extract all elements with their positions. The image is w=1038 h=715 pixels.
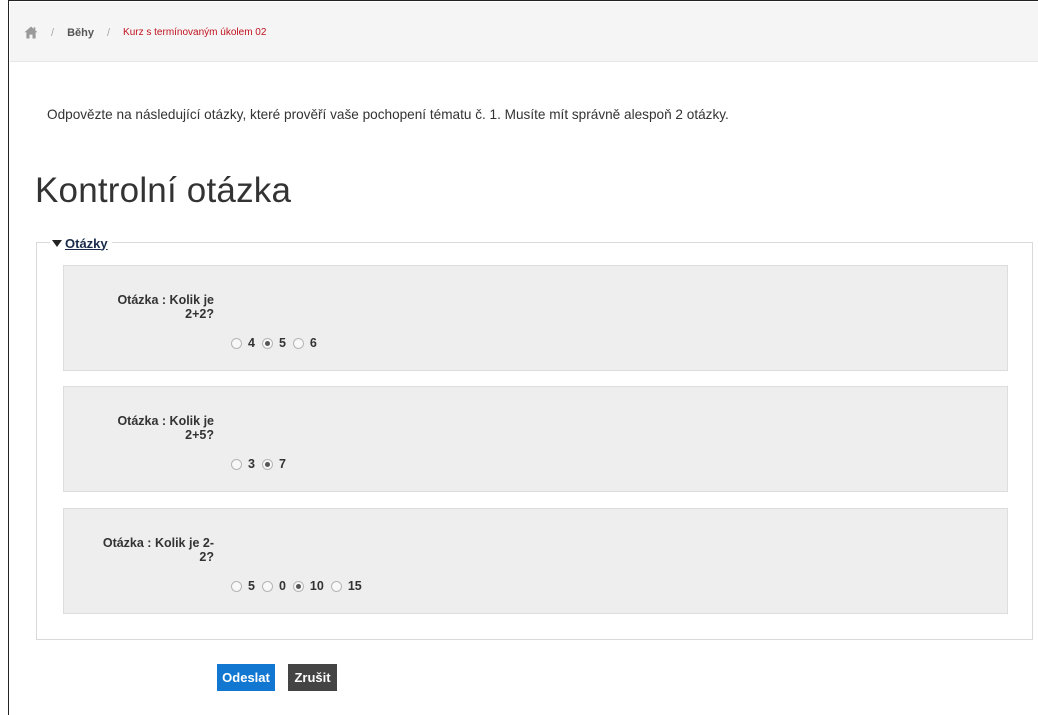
radio-button[interactable] bbox=[261, 337, 273, 349]
questions-fieldset: Otázky Otázka : Kolik je 2+2? 4 5 6 Otáz… bbox=[36, 233, 1033, 640]
home-icon[interactable] bbox=[24, 26, 38, 39]
breadcrumb-item-course[interactable]: Kurz s termínovaným úkolem 02 bbox=[123, 27, 266, 38]
answer-label: 15 bbox=[347, 579, 362, 593]
question-label-line: 2+5? bbox=[185, 428, 214, 442]
answer-option[interactable]: 6 bbox=[292, 336, 317, 350]
question-label: Otázka : Kolik je 2+2? bbox=[74, 293, 214, 321]
question-label: Otázka : Kolik je 2+5? bbox=[74, 414, 214, 442]
breadcrumb-bar: / Běhy / Kurz s termínovaným úkolem 02 bbox=[10, 2, 1038, 62]
answer-option[interactable]: 15 bbox=[330, 579, 362, 593]
question-options: 3 7 bbox=[231, 457, 293, 471]
answer-option[interactable]: 3 bbox=[231, 457, 255, 471]
answer-option[interactable]: 0 bbox=[261, 579, 286, 593]
question-label-line: Otázka : Kolik je bbox=[117, 414, 214, 428]
question-label-line: Otázka : Kolik je bbox=[117, 293, 214, 307]
question-options: 4 5 6 bbox=[231, 336, 324, 350]
radio-button[interactable] bbox=[292, 337, 304, 349]
answer-label: 4 bbox=[248, 336, 255, 350]
cancel-button[interactable]: Zrušit bbox=[288, 664, 337, 691]
breadcrumb-item-runs[interactable]: Běhy bbox=[67, 27, 94, 39]
answer-label: 3 bbox=[248, 457, 255, 471]
breadcrumb: / Běhy / Kurz s termínovaným úkolem 02 bbox=[24, 26, 266, 39]
page-title: Kontrolní otázka bbox=[35, 171, 292, 210]
page-frame: / Běhy / Kurz s termínovaným úkolem 02 O… bbox=[8, 0, 1038, 715]
answer-option[interactable]: 10 bbox=[292, 579, 324, 593]
answer-label: 5 bbox=[248, 579, 255, 593]
breadcrumb-separator: / bbox=[106, 26, 111, 39]
radio-button[interactable] bbox=[261, 580, 273, 592]
radio-button[interactable] bbox=[231, 580, 242, 592]
answer-option[interactable]: 4 bbox=[231, 336, 255, 350]
answer-label: 7 bbox=[278, 457, 286, 471]
answer-label: 10 bbox=[309, 579, 324, 593]
submit-button[interactable]: Odeslat bbox=[217, 664, 275, 691]
answer-option[interactable]: 7 bbox=[261, 457, 286, 471]
question-label: Otázka : Kolik je 2- 2? bbox=[74, 536, 214, 564]
question-label-line: Otázka : Kolik je 2- bbox=[102, 536, 214, 550]
breadcrumb-separator: / bbox=[51, 26, 55, 39]
radio-button[interactable] bbox=[231, 337, 242, 349]
question-card: Otázka : Kolik je 2- 2? 5 0 10 15 bbox=[63, 508, 1008, 614]
radio-button[interactable] bbox=[231, 458, 242, 470]
answer-label: 6 bbox=[309, 336, 317, 350]
answer-label: 5 bbox=[278, 336, 286, 350]
intro-text: Odpovězte na následující otázky, které p… bbox=[47, 107, 729, 122]
question-card: Otázka : Kolik je 2+5? 3 7 bbox=[63, 386, 1008, 492]
answer-label: 0 bbox=[278, 579, 286, 593]
radio-button[interactable] bbox=[261, 458, 273, 470]
question-label-line: 2? bbox=[199, 550, 214, 564]
radio-button[interactable] bbox=[330, 580, 342, 592]
legend-link[interactable]: Otázky bbox=[65, 236, 108, 251]
answer-option[interactable]: 5 bbox=[261, 336, 286, 350]
question-options: 5 0 10 15 bbox=[231, 579, 369, 593]
fieldset-legend[interactable]: Otázky bbox=[50, 233, 112, 253]
radio-button[interactable] bbox=[292, 580, 304, 592]
question-card: Otázka : Kolik je 2+2? 4 5 6 bbox=[63, 265, 1008, 371]
answer-option[interactable]: 5 bbox=[231, 579, 255, 593]
question-label-line: 2+2? bbox=[185, 307, 214, 321]
triangle-down-icon[interactable] bbox=[52, 239, 62, 247]
